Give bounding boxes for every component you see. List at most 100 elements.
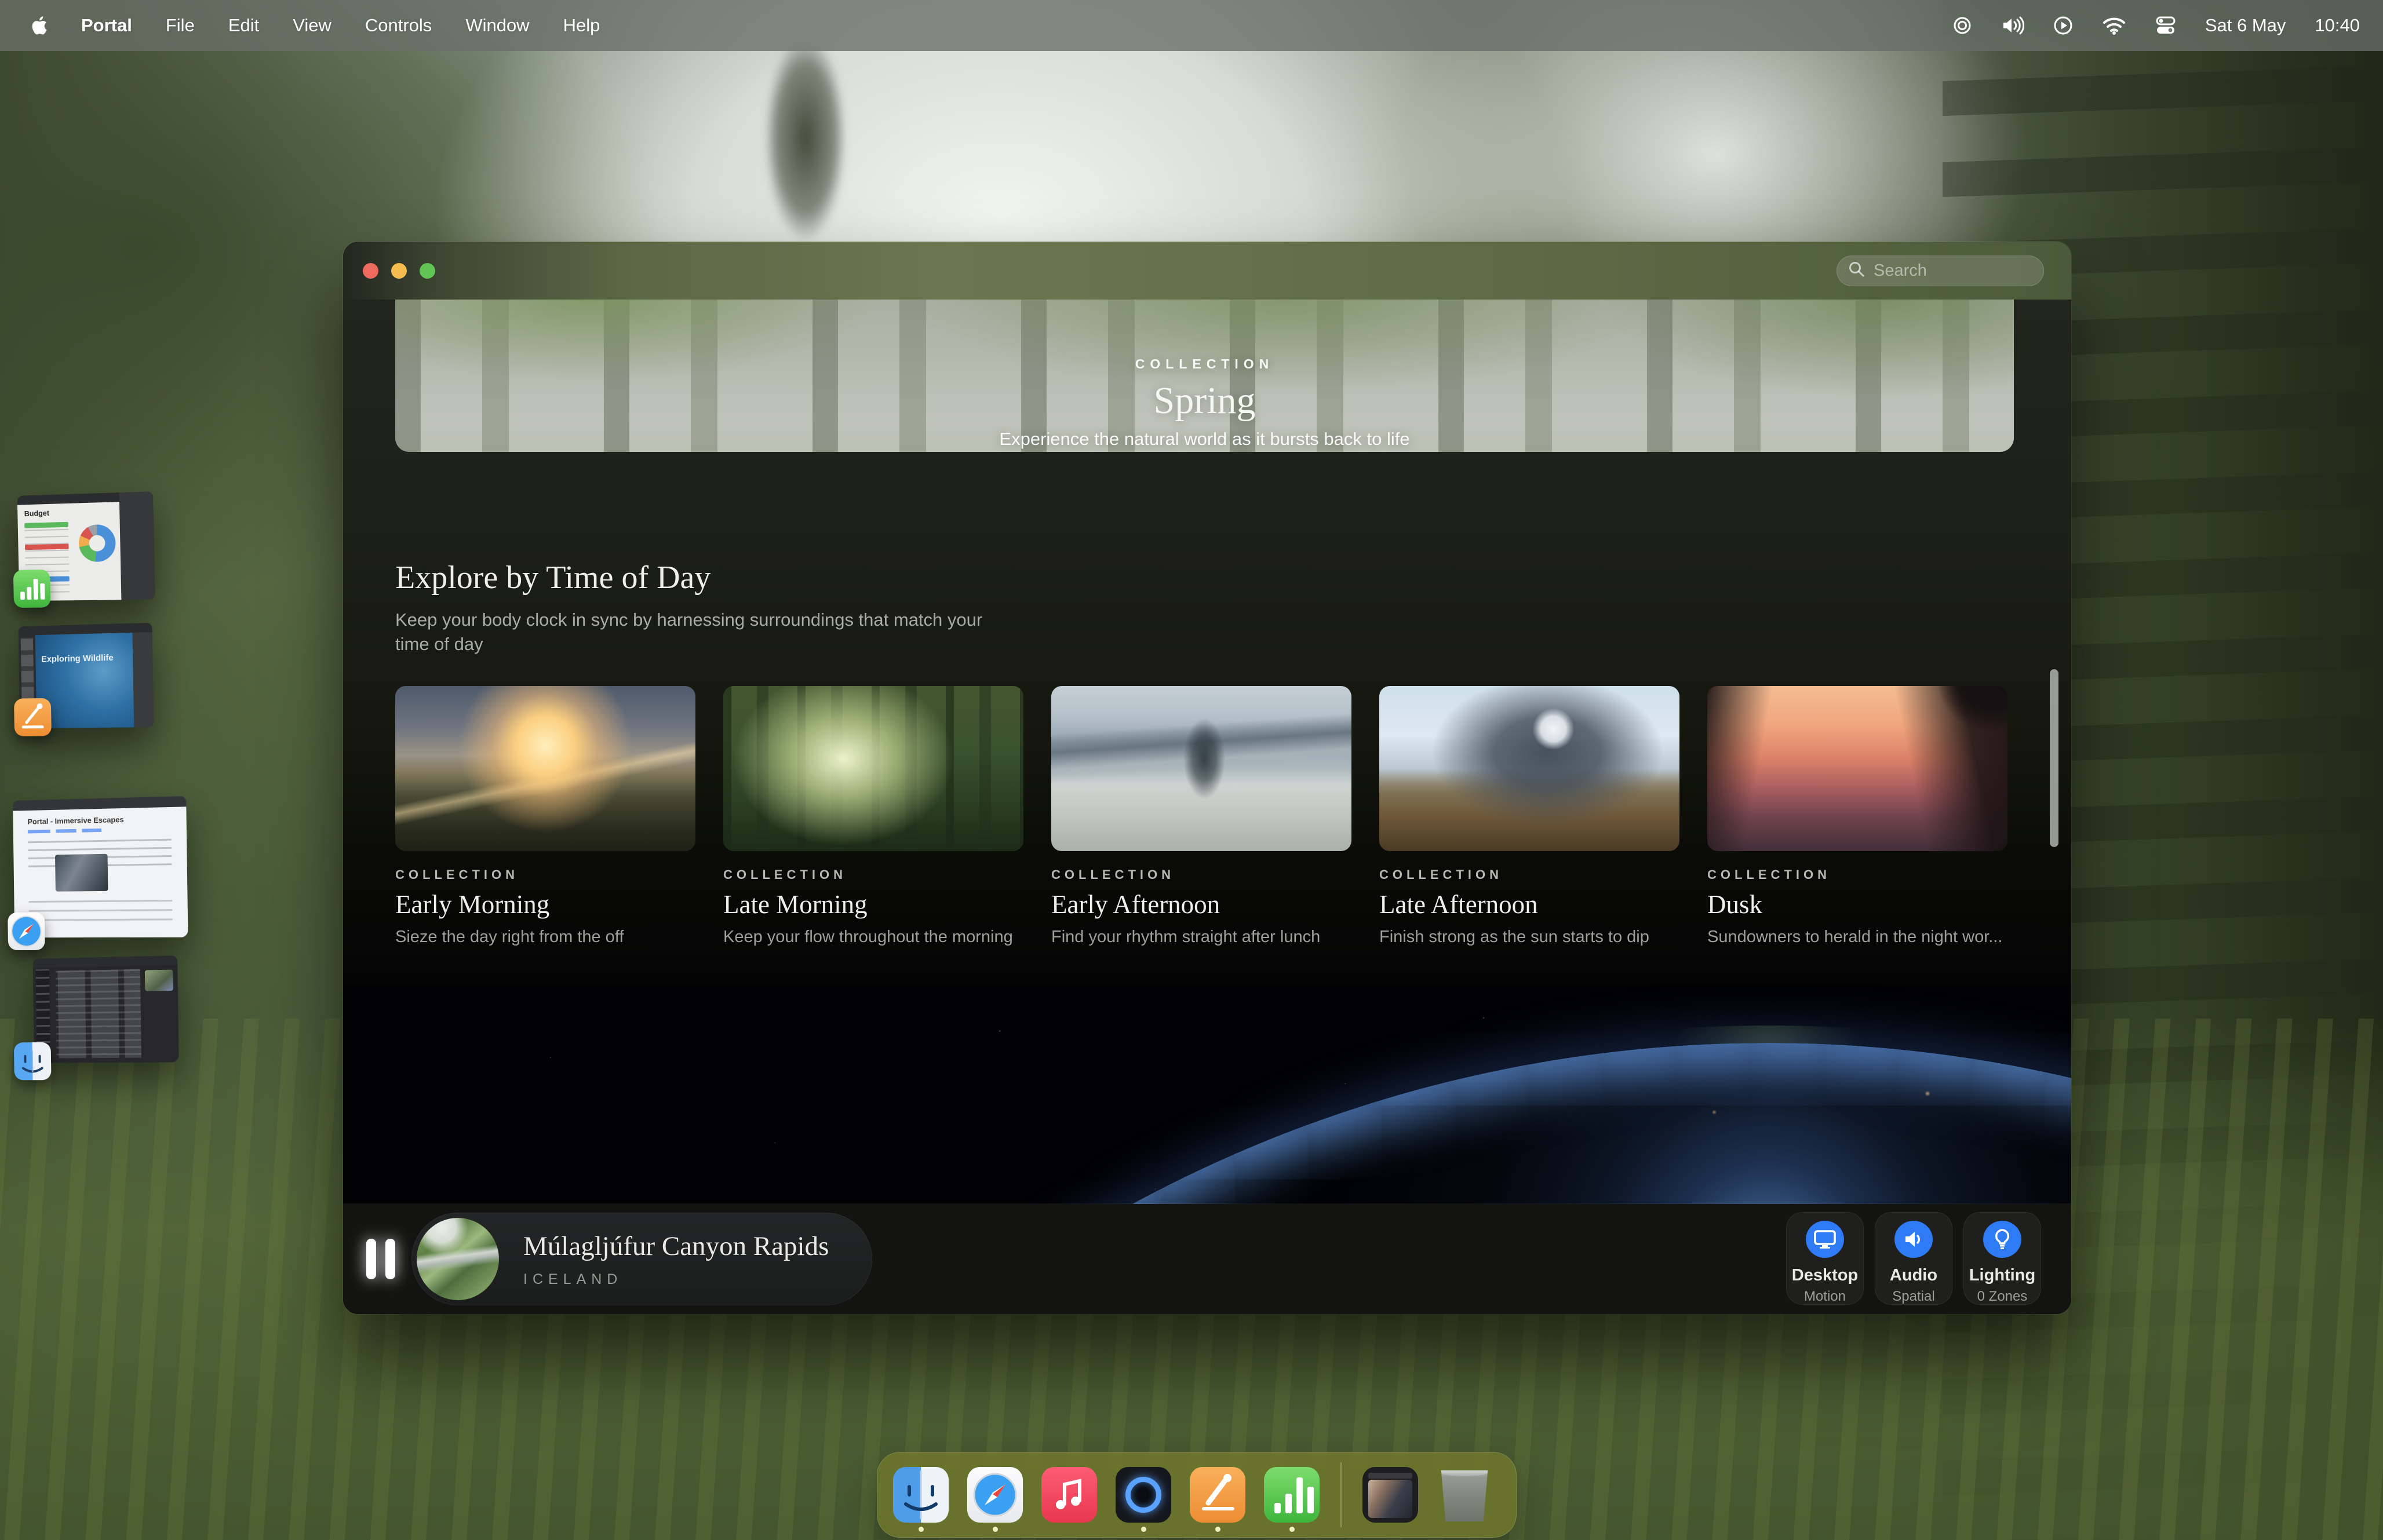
traffic-lights	[363, 263, 435, 279]
minimized-window-numbers-budget[interactable]: Budget	[17, 491, 155, 601]
card-title: Late Morning	[723, 889, 1023, 919]
search-icon	[1848, 261, 1865, 281]
now-playing-location: ICELAND	[523, 1271, 829, 1288]
search-input[interactable]	[1874, 261, 2071, 280]
music-icon	[1041, 1467, 1097, 1523]
page-video-thumb	[55, 854, 108, 892]
safari-icon	[967, 1467, 1023, 1523]
wifi-icon[interactable]	[2102, 16, 2126, 35]
desktop-icon	[1806, 1221, 1844, 1258]
numbers-icon	[1264, 1467, 1320, 1523]
control-center-icon[interactable]	[2155, 16, 2176, 35]
card-early-afternoon[interactable]: COLLECTION Early Afternoon Find your rhy…	[1051, 686, 1351, 947]
desktop-motion-button[interactable]: Desktop Motion	[1786, 1212, 1864, 1305]
dock-item-trash[interactable]	[1437, 1467, 1492, 1523]
menu-item-view[interactable]: View	[293, 15, 331, 36]
dock-item-pages[interactable]	[1190, 1467, 1245, 1523]
minimized-window-pages-wildlife[interactable]: Exploring Wildlife	[18, 623, 154, 728]
minimized-window-safari-portal[interactable]: Portal - Immersive Escapes	[13, 796, 188, 937]
section-title: Explore by Time of Day	[395, 559, 710, 596]
dock-item-portal[interactable]	[1116, 1467, 1171, 1523]
now-playing-thumbnail	[417, 1218, 499, 1300]
pause-button[interactable]	[366, 1236, 407, 1282]
card-eyebrow: COLLECTION	[1707, 867, 2007, 882]
card-late-morning[interactable]: COLLECTION Late Morning Keep your flow t…	[723, 686, 1023, 947]
inspector-panel	[132, 632, 154, 727]
card-image-late-morning[interactable]	[723, 686, 1023, 851]
card-subtitle: Find your rhythm straight after lunch	[1051, 928, 1351, 947]
dock-item-minimized-window[interactable]	[1362, 1467, 1418, 1523]
pages-icon	[1190, 1467, 1245, 1523]
finder-file-columns	[56, 969, 141, 1059]
trash-icon	[1437, 1467, 1492, 1523]
finder-app-badge-icon	[14, 1042, 52, 1081]
portal-app-window: COLLECTION Spring Experience the natural…	[343, 242, 2071, 1314]
card-subtitle: Sieze the day right from the off	[395, 928, 695, 947]
mini-doc-title: Exploring Wildlife	[41, 653, 114, 665]
card-subtitle: Sundowners to herald in the night wor...	[1707, 928, 2007, 947]
control-label: Audio	[1890, 1266, 1937, 1285]
dock-item-safari[interactable]	[967, 1467, 1023, 1523]
scrollbar-thumb[interactable]	[2050, 669, 2058, 847]
menu-app-name[interactable]: Portal	[81, 15, 132, 36]
card-dusk[interactable]: COLLECTION Dusk Sundowners to herald in …	[1707, 686, 2007, 947]
page-links	[28, 827, 165, 834]
control-sublabel: Spatial	[1892, 1289, 1934, 1305]
running-indicator	[1215, 1527, 1220, 1532]
card-image-dusk[interactable]	[1707, 686, 2007, 851]
card-title: Early Afternoon	[1051, 889, 1351, 919]
player-controls: Desktop Motion Audio Spatial Lighting 0 …	[1786, 1212, 2041, 1305]
zoom-button[interactable]	[420, 263, 435, 279]
card-title: Dusk	[1707, 889, 2007, 919]
now-playing-title: Múlagljúfur Canyon Rapids	[523, 1231, 829, 1262]
screen-mirroring-icon[interactable]	[1952, 16, 1972, 35]
volume-icon[interactable]	[2001, 16, 2024, 35]
card-early-morning[interactable]: COLLECTION Early Morning Sieze the day r…	[395, 686, 695, 947]
control-label: Lighting	[1969, 1266, 2035, 1285]
dock-item-finder[interactable]	[893, 1467, 949, 1523]
hero-subtitle: Experience the natural world as it burst…	[999, 429, 1409, 450]
card-image-early-afternoon[interactable]	[1051, 686, 1351, 851]
window-toolbar	[343, 242, 2071, 300]
card-late-afternoon[interactable]: COLLECTION Late Afternoon Finish strong …	[1379, 686, 1679, 947]
menu-item-controls[interactable]: Controls	[365, 15, 432, 36]
card-image-late-afternoon[interactable]	[1379, 686, 1679, 851]
card-image-early-morning[interactable]	[395, 686, 695, 851]
card-subtitle: Finish strong as the sun starts to dip	[1379, 928, 1679, 947]
table-header-green	[24, 522, 68, 528]
menu-item-edit[interactable]: Edit	[228, 15, 259, 36]
running-indicator	[1289, 1527, 1295, 1532]
finder-preview-image	[145, 970, 173, 991]
lighting-icon	[1983, 1221, 2021, 1258]
dock-item-music[interactable]	[1041, 1467, 1097, 1523]
section-subtitle: Keep your body clock in sync by harnessi…	[395, 608, 998, 656]
hero-title: Spring	[1153, 379, 1255, 423]
hero-banner-spring[interactable]: COLLECTION Spring Experience the natural…	[395, 300, 2014, 452]
apple-menu-icon[interactable]	[30, 15, 48, 36]
menu-item-file[interactable]: File	[166, 15, 195, 36]
menu-time[interactable]: 10:40	[2315, 15, 2360, 36]
mini-page-title: Portal - Immersive Escapes	[28, 815, 124, 826]
table-header-red	[25, 544, 69, 550]
dock-item-numbers[interactable]	[1264, 1467, 1320, 1523]
menu-item-help[interactable]: Help	[563, 15, 600, 36]
minimize-button[interactable]	[391, 263, 407, 279]
now-playing-icon[interactable]	[2053, 16, 2073, 35]
close-button[interactable]	[363, 263, 378, 279]
search-field[interactable]	[1837, 256, 2044, 286]
menu-item-window[interactable]: Window	[465, 15, 529, 36]
minimized-window-finder[interactable]	[33, 955, 179, 1063]
card-title: Late Afternoon	[1379, 889, 1679, 919]
finder-icon	[893, 1467, 949, 1523]
mini-doc-title: Budget	[24, 509, 49, 518]
lighting-zones-button[interactable]: Lighting 0 Zones	[1963, 1212, 2041, 1305]
menu-date[interactable]: Sat 6 May	[2205, 15, 2286, 36]
audio-spatial-button[interactable]: Audio Spatial	[1875, 1212, 1952, 1305]
hero-eyebrow: COLLECTION	[1135, 356, 1274, 372]
dock	[877, 1452, 1517, 1538]
running-indicator	[993, 1527, 998, 1532]
now-playing-pill[interactable]: Múlagljúfur Canyon Rapids ICELAND	[411, 1213, 872, 1305]
donut-chart	[78, 524, 116, 563]
control-sublabel: 0 Zones	[1977, 1289, 2028, 1305]
dock-divider	[1340, 1462, 1342, 1527]
